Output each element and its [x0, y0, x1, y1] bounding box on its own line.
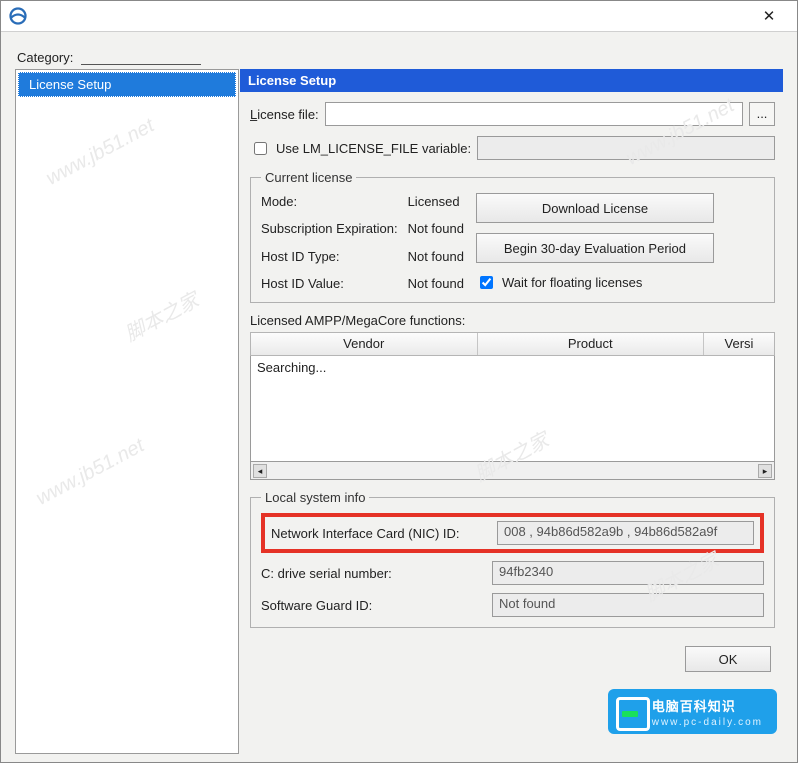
scroll-left-icon[interactable]: ◂: [253, 464, 267, 478]
dialog-window: ✕ Category: License Setup License Setup …: [0, 0, 798, 763]
use-lm-label: Use LM_LICENSE_FILE variable:: [276, 141, 471, 156]
functions-hscrollbar[interactable]: ◂ ▸: [250, 462, 775, 480]
hostid-type-label: Host ID Type:: [261, 249, 398, 264]
lm-variable-row: Use LM_LICENSE_FILE variable:: [250, 136, 775, 160]
begin-eval-button[interactable]: Begin 30-day Evaluation Period: [476, 233, 714, 263]
ok-button[interactable]: OK: [685, 646, 771, 672]
current-license-kv: Mode: Licensed Subscription Expiration: …: [261, 193, 464, 292]
mode-value: Licensed: [408, 194, 464, 209]
hostid-value-value: Not found: [408, 276, 464, 291]
current-license-group: Current license Mode: Licensed Subscript…: [250, 170, 775, 303]
hostid-value-label: Host ID Value:: [261, 276, 398, 291]
functions-section: Licensed AMPP/MegaCore functions: Vendor…: [250, 313, 775, 480]
license-file-label: LLicense file:icense file:: [250, 107, 319, 122]
functions-label: Licensed AMPP/MegaCore functions:: [250, 313, 775, 328]
overlay-badge: 电脑百科知识 www.pc-daily.com: [608, 689, 777, 734]
panel-title: License Setup: [240, 69, 783, 92]
category-label-row: Category:: [17, 50, 783, 65]
lm-variable-value: [477, 136, 775, 160]
license-file-row: LLicense file:icense file: ...: [250, 102, 775, 126]
use-lm-checkbox[interactable]: [254, 142, 267, 155]
sub-exp-value: Not found: [408, 221, 464, 236]
app-icon: [9, 7, 27, 25]
software-guard-value[interactable]: Not found: [492, 593, 764, 617]
cdrive-value[interactable]: 94fb2340: [492, 561, 764, 585]
badge-url: www.pc-daily.com: [652, 717, 763, 728]
current-license-legend: Current license: [261, 170, 356, 185]
searching-text: Searching...: [257, 360, 326, 375]
cdrive-label: C: drive serial number:: [261, 566, 486, 581]
wait-floating-checkbox[interactable]: [480, 276, 493, 289]
local-system-group: Local system info Network Interface Card…: [250, 490, 775, 628]
scroll-right-icon[interactable]: ▸: [758, 464, 772, 478]
functions-table-body: Searching...: [250, 356, 775, 462]
main-panel: License Setup LLicense file:icense file:…: [242, 69, 783, 754]
wait-floating-label: Wait for floating licenses: [502, 275, 642, 290]
badge-title: 电脑百科知识: [652, 699, 736, 714]
titlebar: ✕: [1, 1, 797, 31]
mode-label: Mode:: [261, 194, 398, 209]
col-product[interactable]: Product: [478, 333, 705, 355]
nic-value[interactable]: 008 , 94b86d582a9b , 94b86d582a9f: [497, 521, 754, 545]
sub-exp-label: Subscription Expiration:: [261, 221, 398, 236]
software-guard-label: Software Guard ID:: [261, 598, 486, 613]
col-version[interactable]: Versi: [704, 333, 774, 355]
category-tree[interactable]: License Setup: [15, 69, 239, 754]
content-area: Category: License Setup License Setup LL…: [1, 31, 797, 762]
category-label: Category:: [17, 50, 73, 65]
tree-item-license-setup[interactable]: License Setup: [18, 72, 236, 97]
dialog-button-row: OK: [250, 638, 775, 672]
download-license-button[interactable]: Download License: [476, 193, 714, 223]
functions-table-header: Vendor Product Versi: [250, 332, 775, 356]
hostid-type-value: Not found: [408, 249, 464, 264]
nic-row-highlight: Network Interface Card (NIC) ID: 008 , 9…: [261, 513, 764, 553]
nic-label: Network Interface Card (NIC) ID:: [271, 526, 491, 541]
close-icon[interactable]: ✕: [749, 7, 789, 25]
category-underline: [81, 53, 201, 65]
license-file-input[interactable]: [325, 102, 743, 126]
col-vendor[interactable]: Vendor: [251, 333, 478, 355]
local-system-legend: Local system info: [261, 490, 369, 505]
browse-button[interactable]: ...: [749, 102, 775, 126]
